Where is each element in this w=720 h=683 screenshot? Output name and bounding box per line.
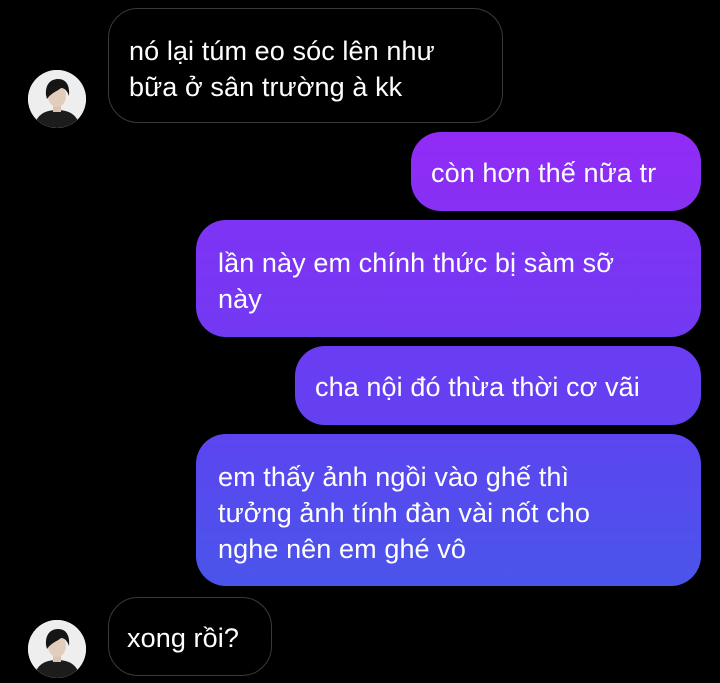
outgoing-message-bubble[interactable]: cha nội đó thừa thời cơ vãi <box>295 346 701 425</box>
message-text-line: xong rồi? <box>127 623 239 653</box>
incoming-message-bubble[interactable]: xong rồi? <box>108 597 272 676</box>
message-text-line: bữa ở sân trường à kk <box>129 72 403 102</box>
message-text-line: lần này em chính thức bị sàm sỡ <box>218 248 615 278</box>
message-text-line: nghe nên em ghé vô <box>218 534 466 564</box>
message-text-line: em thấy ảnh ngồi vào ghế thì <box>218 462 570 492</box>
person-silhouette-icon <box>28 70 86 128</box>
incoming-message-bubble[interactable]: nó lại túm eo sóc lên như bữa ở sân trườ… <box>108 8 503 123</box>
outgoing-message-bubble[interactable]: còn hơn thế nữa tr <box>411 132 701 211</box>
outgoing-message-bubble[interactable]: em thấy ảnh ngồi vào ghế thì tưởng ảnh t… <box>196 434 701 586</box>
message-text-line: còn hơn thế nữa tr <box>431 158 657 188</box>
contact-avatar-icon[interactable] <box>28 70 86 128</box>
message-text-line: tưởng ảnh tính đàn vài nốt cho <box>218 498 591 528</box>
message-text-line: cha nội đó thừa thời cơ vãi <box>315 372 640 402</box>
message-thread: nó lại túm eo sóc lên như bữa ở sân trườ… <box>0 0 720 683</box>
outgoing-message-bubble[interactable]: lần này em chính thức bị sàm sỡ này <box>196 220 701 337</box>
message-text-line: này <box>218 284 262 314</box>
message-text-line: nó lại túm eo sóc lên như <box>129 36 435 66</box>
contact-avatar-icon[interactable] <box>28 620 86 678</box>
person-silhouette-icon <box>28 620 86 678</box>
